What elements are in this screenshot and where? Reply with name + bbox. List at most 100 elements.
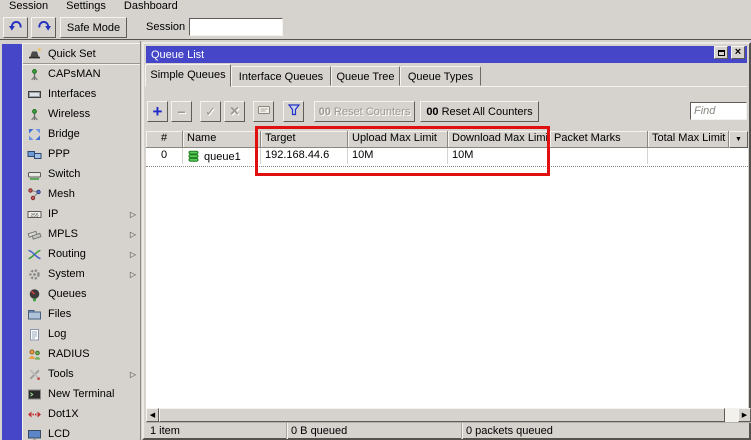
find-input[interactable] [690,102,747,120]
reset-counters-button[interactable]: 00 Reset Counters [314,101,415,122]
reset-counters-label: Reset Counters [334,106,410,118]
sidebar-item-system[interactable]: System ▷ [23,264,140,284]
column-header-name[interactable]: Name [183,131,261,148]
sidebar-item-dot1x[interactable]: Dot1X [23,404,140,424]
sidebar-item-label: Wireless [48,108,90,120]
tab-interface-queues[interactable]: Interface Queues [231,66,331,86]
dot1x-icon [27,407,42,422]
redo-button[interactable] [31,17,56,38]
tab-panel-edge [146,86,747,87]
close-button[interactable]: × [731,46,745,59]
menu-item-settings[interactable]: Settings [57,0,115,14]
sidebar-item-switch[interactable]: Switch [23,164,140,184]
column-header-number[interactable]: # [146,131,183,148]
interfaces-icon [27,87,42,102]
sidebar-item-label: Dot1X [48,408,79,420]
sidebar-item-label: LCD [48,428,70,440]
tab-simple-queues[interactable]: Simple Queues [145,64,231,87]
submenu-arrow-icon: ▷ [130,230,136,239]
reset-all-counters-button[interactable]: 00 Reset All Counters [420,101,539,122]
undo-button[interactable] [3,17,28,38]
scroll-right-button[interactable]: ▶ [738,408,751,422]
system-icon [27,267,42,282]
row-total-cell [648,148,729,164]
row-packet-marks-cell [550,148,648,164]
sidebar-item-ppp[interactable]: PPP [23,144,140,164]
top-toolbar: Safe Mode Session [0,14,751,40]
sidebar-item-label: Routing [48,248,86,260]
window-title: Queue List [151,49,204,61]
sidebar-item-radius[interactable]: RADIUS [23,344,140,364]
sidebar-item-label: IP [48,208,58,220]
sidebar-item-label: MPLS [48,228,78,240]
scroll-thumb[interactable] [159,408,725,422]
scroll-right-icon: ▶ [742,411,747,419]
add-button[interactable]: + [147,101,168,122]
reset-counters-badge: 00 [319,106,331,118]
comment-button[interactable] [253,101,274,122]
safe-mode-button[interactable]: Safe Mode [60,17,127,38]
tools-icon [27,367,42,382]
sidebar-menu: Quick Set CAPsMAN Interfaces Wireless Br… [22,43,140,440]
chevron-down-icon: ▼ [735,136,742,143]
column-select-dropdown-button[interactable]: ▼ [729,131,748,148]
sidebar-item-new-terminal[interactable]: New Terminal [23,384,140,404]
add-icon: + [153,104,163,119]
sidebar-item-label: Mesh [48,188,75,200]
wireless-icon [27,107,42,122]
maximize-button[interactable] [714,46,728,59]
sidebar-item-label: Tools [48,368,74,380]
menu-item-session[interactable]: Session [0,0,57,14]
sidebar-item-mpls[interactable]: MPLS ▷ [23,224,140,244]
sidebar-item-routing[interactable]: Routing ▷ [23,244,140,264]
queue-list-window: Queue List × Simple Queues Interface Que… [142,42,751,440]
reset-all-counters-label: Reset All Counters [442,106,533,118]
sidebar-item-files[interactable]: Files [23,304,140,324]
sidebar-item-lcd[interactable]: LCD [23,424,140,440]
sidebar: Quick Set CAPsMAN Interfaces Wireless Br… [0,41,141,440]
sidebar-item-quick-set[interactable]: Quick Set [23,44,140,64]
sidebar-item-wireless[interactable]: Wireless [23,104,140,124]
remove-button[interactable]: − [171,101,192,122]
column-header-packet-marks[interactable]: Packet Marks [550,131,648,148]
horizontal-scrollbar[interactable]: ◀ ▶ [146,408,751,422]
sidebar-item-tools[interactable]: Tools ▷ [23,364,140,384]
session-label: Session [146,21,185,33]
routing-icon [27,247,42,262]
sidebar-item-log[interactable]: Log [23,324,140,344]
sidebar-item-mesh[interactable]: Mesh [23,184,140,204]
disable-button[interactable]: × [224,101,245,122]
sidebar-rail [2,44,22,440]
lcd-icon [27,427,42,440]
session-input[interactable] [189,18,283,36]
sidebar-item-label: Queues [48,288,87,300]
new-terminal-icon [27,387,42,402]
menu-item-dashboard[interactable]: Dashboard [115,0,187,14]
reset-all-counters-badge: 00 [426,106,438,118]
sidebar-item-label: RADIUS [48,348,90,360]
menu-bar: Session Settings Dashboard [0,0,751,14]
quick-set-icon [27,46,42,61]
winbox-screen: Session Settings Dashboard Safe Mode Ses… [0,0,751,440]
row-name-text: queue1 [204,151,241,163]
status-packets-queued: 0 packets queued [462,423,751,439]
sidebar-item-label: Interfaces [48,88,96,100]
sidebar-item-bridge[interactable]: Bridge [23,124,140,144]
sidebar-item-ip[interactable]: 255 IP ▷ [23,204,140,224]
maximize-icon [718,50,725,56]
sidebar-item-queues[interactable]: Queues [23,284,140,304]
bridge-icon [27,127,42,142]
column-header-total-max-limit[interactable]: Total Max Limit [648,131,729,148]
sidebar-item-interfaces[interactable]: Interfaces [23,84,140,104]
log-icon [27,327,42,342]
scroll-left-button[interactable]: ◀ [146,408,159,422]
undo-icon [8,18,24,37]
switch-icon [27,167,42,182]
tab-queue-tree[interactable]: Queue Tree [331,66,400,86]
enable-button[interactable]: ✓ [200,101,221,122]
filter-button[interactable] [283,101,304,122]
tab-queue-types[interactable]: Queue Types [400,66,481,86]
scroll-left-icon: ◀ [150,411,155,419]
window-titlebar[interactable]: Queue List [146,46,747,63]
sidebar-item-capsman[interactable]: CAPsMAN [23,64,140,84]
